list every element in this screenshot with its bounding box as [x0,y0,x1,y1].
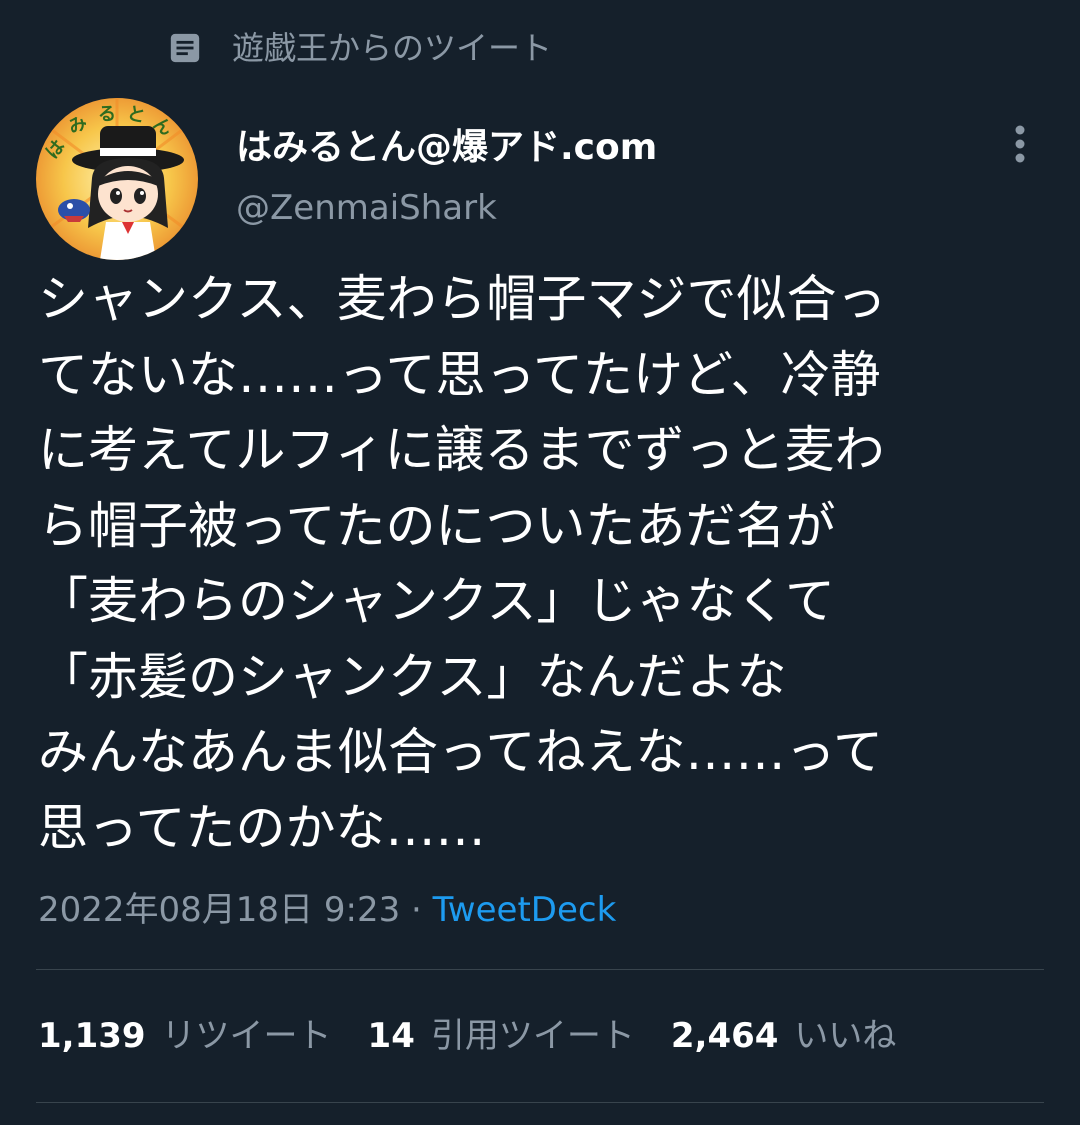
quotes-count: 14 [367,1016,415,1056]
avatar-image: は み る と ん [36,98,198,260]
divider [36,1102,1044,1103]
social-context-label: 遊戯王からのツイート [232,29,553,67]
divider [36,969,1044,970]
topic-list-icon [170,33,200,63]
tweet-text-line: 「麦わらのシャンクス」じゃなくて [38,572,835,630]
social-context[interactable]: 遊戯王からのツイート [168,26,552,70]
meta-separator: · [400,890,433,930]
likes-stat[interactable]: 2,464 いいね [671,1010,897,1062]
tweet-stats: 1,139 リツイート 14 引用ツイート 2,464 いいね [38,1010,896,1062]
quotes-label: 引用ツイート [430,1016,635,1056]
svg-text:る: る [98,104,116,125]
likes-count: 2,464 [670,1016,779,1056]
tweet-text-line: に考えてルフィに譲るまでずっと麦わ [38,421,885,479]
source-link[interactable]: TweetDeck [433,890,617,930]
likes-label: いいね [794,1016,897,1056]
author-handle[interactable]: @ZenmaiShark [236,186,497,230]
tweet-text-line: てないな……って思ってたけど、冷静 [38,345,881,404]
quotes-stat[interactable]: 14 引用ツイート [368,1010,635,1062]
retweets-label: リツイート [161,1016,332,1056]
tweet-text-line: 「赤髪のシャンクス」なんだよな [38,647,787,706]
tweet-text: シャンクス、麦わら帽子マジで似合っ てないな……って思ってたけど、冷静 に考えて… [38,262,1048,866]
tweet-text-line: ら帽子被ってたのについたあだ名が [38,496,836,555]
tweet-text-line: シャンクス、麦わら帽子マジで似合っ [38,270,887,328]
tweet-meta: 2022年08月18日 9:23 · TweetDeck [38,884,616,936]
more-vertical-icon [1015,125,1025,163]
author-name[interactable]: はみるとん@爆アド.com [236,124,657,172]
avatar[interactable]: は み る と ん [36,98,198,260]
tweet-text-line: みんなあんま似合ってねえな……って [38,723,883,781]
more-options-button[interactable] [1000,120,1040,168]
tweet-text-line: 思ってたのかな…… [38,798,486,857]
retweets-count: 1,139 [38,1016,146,1056]
timestamp[interactable]: 2022年08月18日 9:23 [38,890,400,930]
retweets-stat[interactable]: 1,139 リツイート [38,1010,332,1062]
